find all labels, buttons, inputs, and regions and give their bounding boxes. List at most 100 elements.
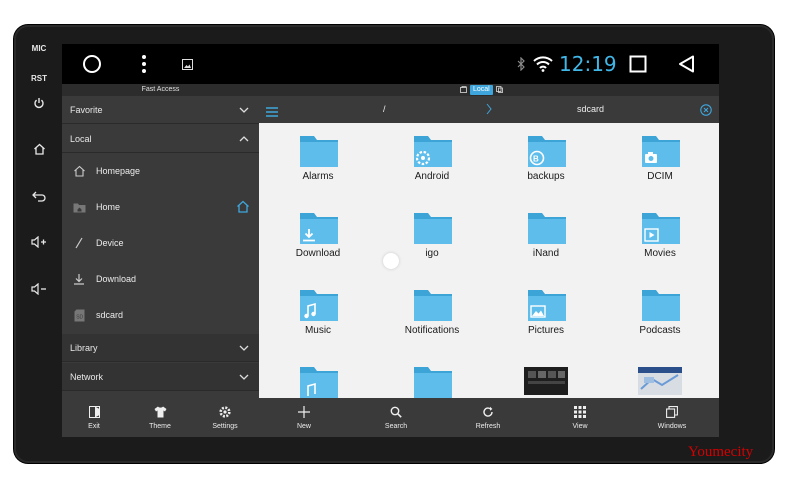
circle-home-icon[interactable] [80, 44, 104, 84]
sidebar-item-home[interactable]: Home [62, 189, 259, 225]
theme-label: Theme [149, 422, 171, 430]
view-button[interactable]: View [565, 398, 595, 437]
hamburger-menu-icon[interactable] [266, 104, 278, 122]
screen: 12:19 Fast Access Local Favorite Local H… [62, 44, 719, 437]
homepage-icon [72, 164, 86, 178]
file-audio[interactable] [261, 354, 375, 398]
folder-icon [414, 290, 452, 321]
back-triangle-icon[interactable] [676, 44, 698, 84]
map-thumbnail-icon [638, 367, 682, 395]
settings-button[interactable]: Settings [208, 398, 242, 437]
refresh-icon [482, 406, 494, 420]
folder-icon [414, 136, 452, 167]
folder-alarms[interactable]: Alarms [261, 123, 375, 199]
folder-icon [414, 367, 452, 398]
sidebar-item-label: sdcard [96, 310, 124, 320]
svg-text:B: B [533, 155, 539, 164]
folder-icon [528, 213, 566, 244]
group-library[interactable]: Library [62, 334, 259, 362]
folder-item[interactable] [375, 354, 489, 398]
group-library-label: Library [70, 342, 98, 353]
folder-android[interactable]: Android [375, 123, 489, 199]
theme-button[interactable]: Theme [146, 398, 174, 437]
folder-notifications[interactable]: Notifications [375, 277, 489, 353]
gallery-icon [180, 44, 194, 84]
back-icon[interactable] [22, 188, 56, 204]
reset-button[interactable]: RST [22, 74, 56, 83]
exit-button[interactable]: Exit [80, 398, 108, 437]
status-clock: 12:19 [559, 52, 617, 76]
local-tab[interactable]: Local [460, 85, 503, 95]
mic-label: MIC [31, 44, 47, 53]
sidebar-item-label: Homepage [96, 166, 141, 176]
new-button[interactable]: New [290, 398, 318, 437]
folder-music[interactable]: Music [261, 277, 375, 353]
folder-icon [300, 290, 338, 321]
image-thumbnail[interactable] [489, 354, 603, 398]
refresh-label: Refresh [475, 422, 501, 430]
sidebar-item-homepage[interactable]: Homepage [62, 153, 259, 189]
folder-movies[interactable]: Movies [603, 200, 717, 276]
folder-backups[interactable]: B backups [489, 123, 603, 199]
group-network[interactable]: Network [62, 363, 259, 391]
folder-label: Notifications [404, 325, 460, 336]
bottom-toolbar: Exit Theme Settings New Search Refresh V… [62, 398, 719, 437]
search-label: Search [384, 422, 408, 430]
fast-access-label: Fast Access [141, 86, 180, 93]
loading-indicator [383, 253, 399, 269]
folder-icon [414, 213, 452, 244]
sd-card-icon: SD [72, 308, 86, 322]
set-home-icon[interactable] [236, 200, 250, 215]
recents-square-icon[interactable] [627, 44, 649, 84]
chevron-down-icon [239, 372, 249, 382]
sidebar-item-label: Home [96, 202, 121, 212]
sidebar-item-download[interactable]: Download [62, 261, 259, 297]
volume-up-icon[interactable] [22, 234, 56, 250]
close-icon[interactable] [700, 103, 712, 121]
folder-icon [300, 213, 338, 244]
folder-icon: B [528, 136, 566, 167]
group-favorite-label: Favorite [70, 104, 103, 115]
folder-icon [642, 136, 680, 167]
folder-label: Movies [644, 248, 676, 259]
refresh-button[interactable]: Refresh [470, 398, 506, 437]
folder-dcim[interactable]: DCIM [603, 123, 717, 199]
folder-icon [642, 213, 680, 244]
local-tab-label: Local [470, 85, 493, 95]
slash-icon [72, 236, 86, 250]
path-root[interactable]: / [383, 104, 386, 114]
group-favorite[interactable]: Favorite [62, 96, 259, 124]
sub-bar: Fast Access Local [62, 84, 719, 96]
window-icon [460, 85, 467, 95]
windows-button[interactable]: Windows [652, 398, 692, 437]
home-icon[interactable] [22, 141, 56, 157]
volume-down-icon[interactable] [22, 281, 56, 297]
sidebar-item-sdcard[interactable]: SD sdcard [62, 297, 259, 333]
grid-view-icon [574, 405, 586, 420]
settings-label: Settings [212, 422, 238, 430]
folder-pictures[interactable]: Pictures [489, 277, 603, 353]
folder-podcasts[interactable]: Podcasts [603, 277, 717, 353]
folder-grid: Alarms Android B backups DCIM Download i… [259, 123, 719, 398]
image-thumbnail-icon [524, 367, 568, 395]
power-icon[interactable] [22, 95, 56, 111]
folder-label: iNand [532, 248, 560, 259]
folder-label: backups [527, 171, 565, 182]
folder-label: Alarms [302, 171, 334, 182]
search-icon [390, 406, 402, 420]
theme-shirt-icon [154, 406, 167, 420]
folder-inand[interactable]: iNand [489, 200, 603, 276]
sidebar-item-device[interactable]: Device [62, 225, 259, 261]
image-thumbnail[interactable] [603, 354, 717, 398]
folder-label: Podcasts [639, 325, 681, 336]
path-chevron-icon [486, 102, 492, 120]
dots-menu-icon[interactable] [136, 44, 152, 84]
bluetooth-icon [515, 44, 527, 84]
path-current[interactable]: sdcard [577, 104, 604, 114]
svg-text:SD: SD [76, 314, 83, 320]
folder-download[interactable]: Download [261, 200, 375, 276]
folder-icon [528, 290, 566, 321]
group-local[interactable]: Local [62, 125, 259, 153]
search-button[interactable]: Search [380, 398, 412, 437]
watermark-text: Youmecity [688, 444, 754, 460]
